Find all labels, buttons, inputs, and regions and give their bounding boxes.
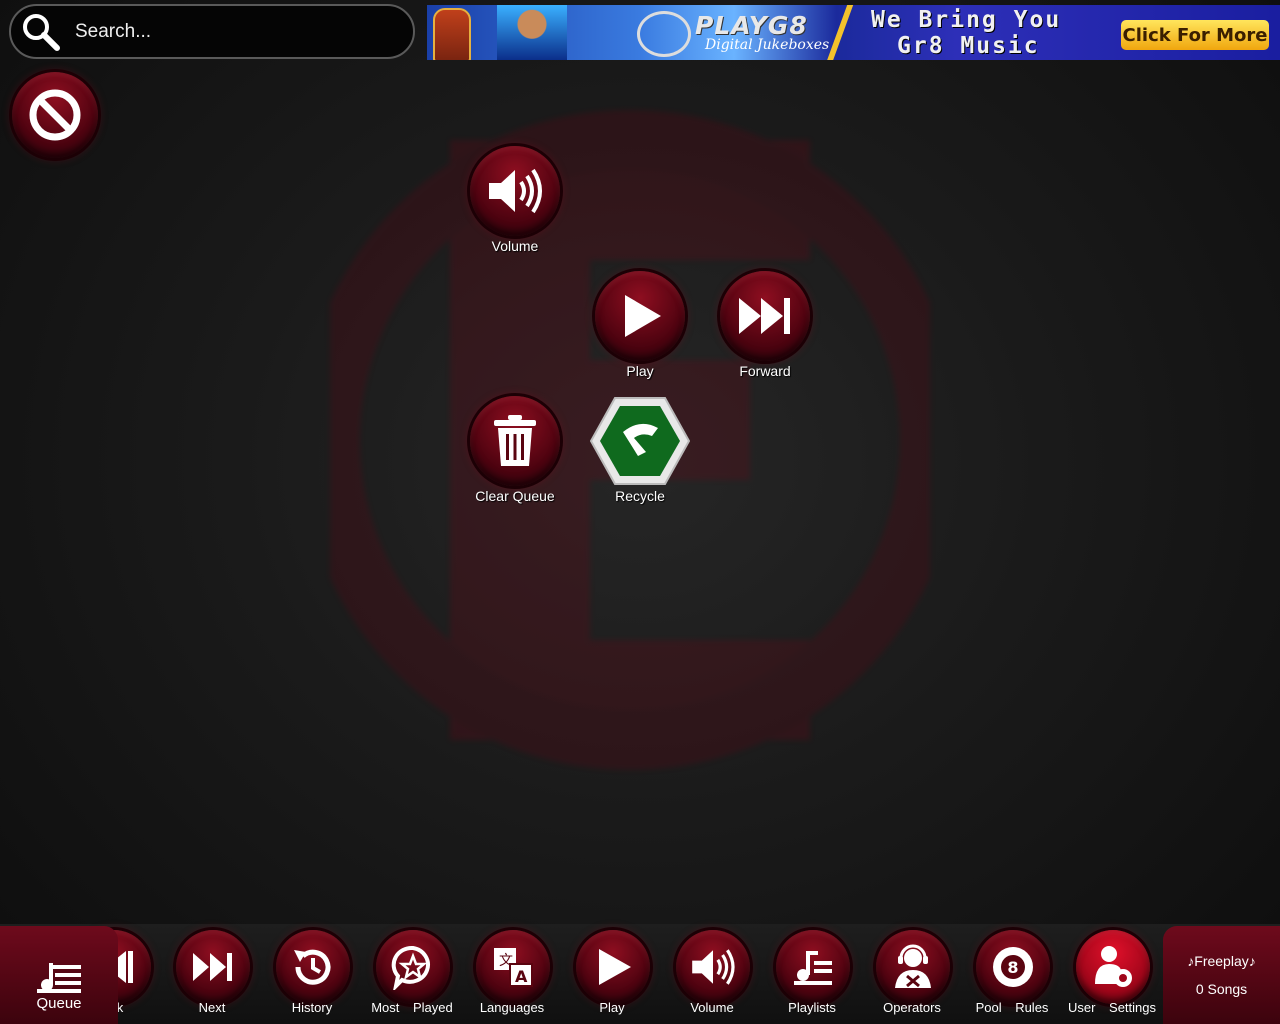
most-played-button[interactable] xyxy=(376,930,450,1004)
bottom-play-label: Play xyxy=(599,1000,625,1015)
play-button[interactable] xyxy=(595,271,685,361)
history-label: History xyxy=(291,1000,333,1015)
no-entry-icon xyxy=(29,89,81,141)
most-played-label: Most Played xyxy=(371,1000,453,1015)
playlist-icon xyxy=(794,951,832,985)
translate-icon: 文 A xyxy=(494,948,533,987)
p8-logo-icon xyxy=(637,11,691,57)
speaker-icon xyxy=(489,168,542,214)
clear-queue-label: Clear Queue xyxy=(475,488,555,504)
bottom-volume-button[interactable] xyxy=(676,930,750,1004)
play-icon xyxy=(599,949,631,985)
skip-forward-icon xyxy=(193,953,232,981)
volume-label: Volume xyxy=(491,238,539,254)
operator-headset-icon xyxy=(895,944,931,988)
singer-image xyxy=(497,5,567,60)
queue-tab[interactable]: Queue xyxy=(0,926,118,1024)
songs-count: 0 Songs xyxy=(1195,981,1248,997)
languages-button[interactable]: 文 A xyxy=(476,930,550,1004)
search-input[interactable] xyxy=(73,19,377,44)
bottom-volume-label: Volume xyxy=(690,1000,734,1015)
bottom-play-button[interactable] xyxy=(576,930,650,1004)
history-button[interactable] xyxy=(276,930,350,1004)
brand-subtitle: Digital Jukeboxes xyxy=(705,37,830,53)
svg-text:8: 8 xyxy=(1007,958,1018,977)
next-button[interactable] xyxy=(176,930,250,1004)
skip-forward-icon xyxy=(739,298,790,334)
star-chat-icon xyxy=(391,945,430,990)
cancel-button[interactable] xyxy=(12,72,98,158)
eight-ball-icon: 8 xyxy=(993,947,1033,987)
brand-logo: PLAYG8 Digital Jukeboxes xyxy=(637,9,837,57)
freeplay-status: ♪Freeplay♪ xyxy=(1187,953,1256,969)
next-label: Next xyxy=(198,1000,226,1015)
user-settings-label: User Settings xyxy=(1067,1000,1157,1015)
volume-button[interactable] xyxy=(470,146,560,236)
playlists-label: Playlists xyxy=(788,1000,836,1015)
play-icon xyxy=(625,295,661,337)
queue-icon xyxy=(37,963,81,993)
brand-name: PLAYG8 xyxy=(695,11,808,40)
play-label: Play xyxy=(626,363,654,379)
click-for-more-button[interactable]: Click For More xyxy=(1121,20,1269,50)
credits-panel: ♪Freeplay♪ 0 Songs xyxy=(1163,926,1280,1024)
history-icon xyxy=(294,949,331,985)
operators-button[interactable] xyxy=(876,930,950,1004)
user-settings-icon xyxy=(1095,946,1132,987)
operators-label: Operators xyxy=(883,1000,941,1015)
pool-rules-button[interactable]: 8 xyxy=(976,930,1050,1004)
jukebox-image xyxy=(433,8,471,60)
banner-ad[interactable]: PLAYG8 Digital Jukeboxes We Bring You Gr… xyxy=(427,5,1280,60)
pool-rules-label: Pool Rules xyxy=(975,1000,1049,1015)
search-icon xyxy=(23,13,60,51)
languages-label: Languages xyxy=(479,1000,545,1015)
forward-label: Forward xyxy=(739,363,791,379)
recycle-label: Recycle xyxy=(615,488,665,504)
forward-button[interactable] xyxy=(720,271,810,361)
user-settings-button[interactable] xyxy=(1076,930,1150,1004)
speaker-icon xyxy=(692,949,735,985)
svg-text:A: A xyxy=(515,967,528,986)
trash-icon xyxy=(494,415,536,466)
search-bar[interactable] xyxy=(9,4,415,59)
recycle-button[interactable] xyxy=(590,396,690,486)
playlists-button[interactable] xyxy=(776,930,850,1004)
queue-label: Queue xyxy=(36,995,82,1012)
clear-queue-button[interactable] xyxy=(470,396,560,486)
banner-tagline: We Bring You Gr8 Music xyxy=(871,7,1062,59)
